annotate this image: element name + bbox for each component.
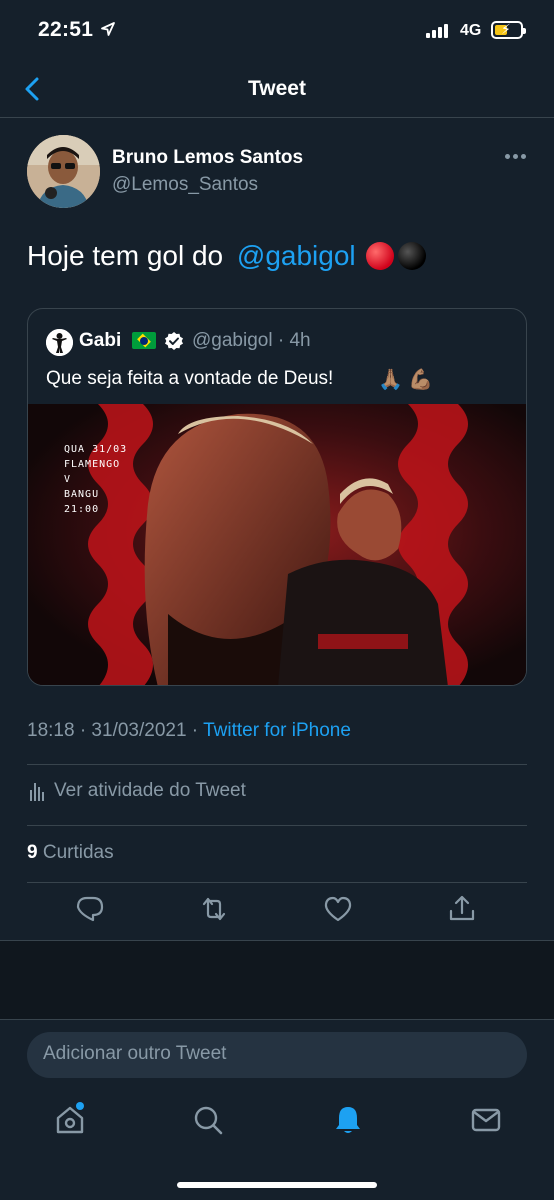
author-avatar[interactable] <box>27 135 100 208</box>
more-options-icon[interactable] <box>500 152 530 162</box>
tweet-actions <box>0 894 554 934</box>
cellular-signal-icon <box>426 24 452 38</box>
author-name[interactable]: Bruno Lemos Santos <box>112 147 303 169</box>
poster-line: V <box>64 474 72 485</box>
share-icon[interactable] <box>447 894 477 924</box>
page-title: Tweet <box>248 77 306 100</box>
status-time: 22:51 <box>38 18 94 41</box>
retweet-icon[interactable] <box>199 894 229 924</box>
home-indicator <box>177 1182 377 1188</box>
like-heart-icon[interactable] <box>323 894 353 924</box>
quoted-tweet[interactable]: Gabi @gabigol · 4h Que seja feita a vont… <box>27 308 527 686</box>
quoted-image[interactable]: QUA 31/03 FLAMENGO V BANGU 21:00 <box>28 404 526 685</box>
poster-line: BANGU <box>64 489 100 500</box>
mention-link[interactable]: @gabigol <box>237 240 356 272</box>
empty-replies-area <box>0 940 554 1020</box>
poster-line: 21:00 <box>64 504 100 515</box>
search-tab-icon[interactable] <box>192 1104 224 1136</box>
tweet-text: Hoje tem gol do @gabigol <box>27 240 426 272</box>
likes-number: 9 <box>27 842 38 863</box>
flexed-biceps-icon: 💪🏽 <box>408 369 433 391</box>
brazil-flag-icon <box>132 332 156 349</box>
praying-hands-icon: 🙏🏽 <box>378 369 403 391</box>
battery-charging-icon: ⚡ <box>491 21 526 39</box>
quoted-text: Que seja feita a vontade de Deus! <box>46 368 334 389</box>
tweet-text-prefix: Hoje tem gol do <box>27 240 231 271</box>
tweet-activity-label: Ver atividade do Tweet <box>54 780 246 801</box>
quoted-handle-time: @gabigol · 4h <box>192 330 311 351</box>
add-tweet-input[interactable]: Adicionar outro Tweet <box>27 1032 527 1078</box>
black-circle-icon <box>397 242 426 270</box>
analytics-icon <box>30 783 44 801</box>
divider <box>27 825 527 826</box>
author-handle[interactable]: @Lemos_Santos <box>112 174 258 196</box>
red-circle-icon <box>365 242 394 270</box>
status-bar: 22:51 4G ⚡ <box>0 0 554 60</box>
tweet-timestamp: 18:18 · 31/03/2021 · <box>27 720 204 741</box>
divider <box>27 882 527 883</box>
location-arrow-icon <box>101 22 115 36</box>
quoted-author-name: Gabi <box>79 330 122 351</box>
messages-tab-icon[interactable] <box>470 1104 502 1136</box>
poster-line: QUA 31/03 <box>64 444 128 455</box>
tweet-source-link[interactable]: Twitter for iPhone <box>203 720 351 741</box>
verified-badge-icon <box>165 332 183 350</box>
network-type: 4G <box>460 22 482 39</box>
quoted-avatar <box>46 329 73 356</box>
likes-count[interactable]: 9 Curtidas <box>27 842 114 864</box>
notification-dot <box>76 1102 84 1110</box>
tweet-activity-button[interactable]: Ver atividade do Tweet <box>30 780 246 802</box>
navigation-bar: Tweet <box>0 60 554 118</box>
divider <box>27 764 527 765</box>
tweet-meta: 18:18 · 31/03/2021 · Twitter for iPhone <box>27 720 351 742</box>
likes-label: Curtidas <box>42 842 114 863</box>
reply-icon[interactable] <box>75 894 105 924</box>
poster-text: QUA 31/03 FLAMENGO V BANGU 21:00 <box>64 442 127 517</box>
poster-line: FLAMENGO <box>64 459 121 470</box>
notifications-tab-icon[interactable] <box>332 1104 364 1136</box>
